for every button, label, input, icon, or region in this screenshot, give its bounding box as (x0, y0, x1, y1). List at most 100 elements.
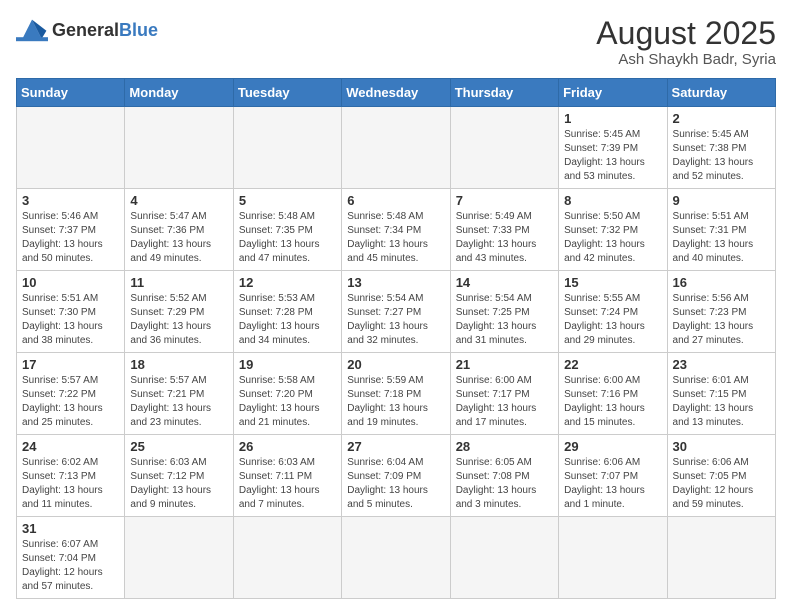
day-number: 2 (673, 111, 770, 126)
day-number: 22 (564, 357, 661, 372)
day-info: Sunrise: 5:55 AM Sunset: 7:24 PM Dayligh… (564, 292, 661, 348)
day-info: Sunrise: 5:46 AM Sunset: 7:37 PM Dayligh… (22, 210, 119, 266)
calendar-day-cell: 22 Sunrise: 6:00 AM Sunset: 7:16 PM Dayli… (559, 353, 667, 435)
day-number: 26 (239, 439, 336, 454)
calendar-day-cell: 18 Sunrise: 5:57 AM Sunset: 7:21 PM Dayli… (125, 353, 233, 435)
weekday-header-monday: Monday (125, 79, 233, 107)
day-number: 12 (239, 275, 336, 290)
day-info: Sunrise: 5:53 AM Sunset: 7:28 PM Dayligh… (239, 292, 336, 348)
calendar-table: SundayMondayTuesdayWednesdayThursdayFrid… (16, 78, 776, 599)
day-number: 14 (456, 275, 553, 290)
day-info: Sunrise: 6:04 AM Sunset: 7:09 PM Dayligh… (347, 456, 444, 512)
day-info: Sunrise: 5:47 AM Sunset: 7:36 PM Dayligh… (130, 210, 227, 266)
calendar-day-cell: 26 Sunrise: 6:03 AM Sunset: 7:11 PM Dayli… (233, 435, 341, 517)
day-info: Sunrise: 5:48 AM Sunset: 7:34 PM Dayligh… (347, 210, 444, 266)
day-info: Sunrise: 6:06 AM Sunset: 7:07 PM Dayligh… (564, 456, 661, 512)
calendar-day-cell: 30Sunrise: 6:06 AM Sunset: 7:05 PM Dayli… (667, 435, 775, 517)
calendar-day-cell: 24Sunrise: 6:02 AM Sunset: 7:13 PM Dayli… (17, 435, 125, 517)
day-number: 23 (673, 357, 770, 372)
day-info: Sunrise: 5:48 AM Sunset: 7:35 PM Dayligh… (239, 210, 336, 266)
calendar-day-cell: 4 Sunrise: 5:47 AM Sunset: 7:36 PM Daylig… (125, 189, 233, 271)
day-info: Sunrise: 5:56 AM Sunset: 7:23 PM Dayligh… (673, 292, 770, 348)
day-info: Sunrise: 5:54 AM Sunset: 7:25 PM Dayligh… (456, 292, 553, 348)
day-number: 5 (239, 193, 336, 208)
page-header: GeneralBlue August 2025 Ash Shaykh Badr,… (16, 16, 776, 68)
day-number: 16 (673, 275, 770, 290)
day-info: Sunrise: 6:03 AM Sunset: 7:11 PM Dayligh… (239, 456, 336, 512)
logo-text: GeneralBlue (52, 20, 158, 41)
title-area: August 2025 Ash Shaykh Badr, Syria (596, 16, 776, 68)
calendar-week-row: 17 Sunrise: 5:57 AM Sunset: 7:22 PM Dayli… (17, 353, 776, 435)
calendar-day-cell: 12 Sunrise: 5:53 AM Sunset: 7:28 PM Dayli… (233, 271, 341, 353)
day-number: 17 (22, 357, 119, 372)
weekday-header-friday: Friday (559, 79, 667, 107)
day-info: Sunrise: 6:00 AM Sunset: 7:17 PM Dayligh… (456, 374, 553, 430)
calendar-day-cell: 21Sunrise: 6:00 AM Sunset: 7:17 PM Dayli… (450, 353, 558, 435)
calendar-day-cell: 7Sunrise: 5:49 AM Sunset: 7:33 PM Daylig… (450, 189, 558, 271)
day-info: Sunrise: 6:00 AM Sunset: 7:16 PM Dayligh… (564, 374, 661, 430)
weekday-header-sunday: Sunday (17, 79, 125, 107)
calendar-week-row: 3 Sunrise: 5:46 AM Sunset: 7:37 PM Daylig… (17, 189, 776, 271)
calendar-day-cell: 31Sunrise: 6:07 AM Sunset: 7:04 PM Dayli… (17, 517, 125, 599)
day-number: 10 (22, 275, 119, 290)
day-info: Sunrise: 5:45 AM Sunset: 7:38 PM Dayligh… (673, 128, 770, 184)
day-info: Sunrise: 5:51 AM Sunset: 7:31 PM Dayligh… (673, 210, 770, 266)
calendar-day-cell: 8 Sunrise: 5:50 AM Sunset: 7:32 PM Daylig… (559, 189, 667, 271)
calendar-day-cell (125, 107, 233, 189)
calendar-day-cell: 27 Sunrise: 6:04 AM Sunset: 7:09 PM Dayli… (342, 435, 450, 517)
day-number: 18 (130, 357, 227, 372)
day-number: 15 (564, 275, 661, 290)
calendar-week-row: 31Sunrise: 6:07 AM Sunset: 7:04 PM Dayli… (17, 517, 776, 599)
day-info: Sunrise: 5:51 AM Sunset: 7:30 PM Dayligh… (22, 292, 119, 348)
day-info: Sunrise: 6:01 AM Sunset: 7:15 PM Dayligh… (673, 374, 770, 430)
day-info: Sunrise: 5:58 AM Sunset: 7:20 PM Dayligh… (239, 374, 336, 430)
location-subtitle: Ash Shaykh Badr, Syria (596, 51, 776, 68)
calendar-day-cell: 14 Sunrise: 5:54 AM Sunset: 7:25 PM Dayli… (450, 271, 558, 353)
calendar-day-cell: 11Sunrise: 5:52 AM Sunset: 7:29 PM Dayli… (125, 271, 233, 353)
calendar-day-cell: 13Sunrise: 5:54 AM Sunset: 7:27 PM Dayli… (342, 271, 450, 353)
calendar-day-cell (342, 517, 450, 599)
calendar-day-cell: 16 Sunrise: 5:56 AM Sunset: 7:23 PM Dayli… (667, 271, 775, 353)
day-info: Sunrise: 5:57 AM Sunset: 7:21 PM Dayligh… (130, 374, 227, 430)
day-number: 31 (22, 521, 119, 536)
day-number: 27 (347, 439, 444, 454)
day-number: 29 (564, 439, 661, 454)
calendar-week-row: 24Sunrise: 6:02 AM Sunset: 7:13 PM Dayli… (17, 435, 776, 517)
day-number: 7 (456, 193, 553, 208)
calendar-day-cell (342, 107, 450, 189)
day-info: Sunrise: 5:52 AM Sunset: 7:29 PM Dayligh… (130, 292, 227, 348)
day-number: 1 (564, 111, 661, 126)
day-info: Sunrise: 5:59 AM Sunset: 7:18 PM Dayligh… (347, 374, 444, 430)
day-number: 9 (673, 193, 770, 208)
day-number: 24 (22, 439, 119, 454)
day-number: 19 (239, 357, 336, 372)
calendar-day-cell (17, 107, 125, 189)
calendar-week-row: 1Sunrise: 5:45 AM Sunset: 7:39 PM Daylig… (17, 107, 776, 189)
calendar-day-cell: 19 Sunrise: 5:58 AM Sunset: 7:20 PM Dayli… (233, 353, 341, 435)
month-year-title: August 2025 (596, 16, 776, 51)
calendar-day-cell: 29 Sunrise: 6:06 AM Sunset: 7:07 PM Dayli… (559, 435, 667, 517)
calendar-day-cell: 15 Sunrise: 5:55 AM Sunset: 7:24 PM Dayli… (559, 271, 667, 353)
day-info: Sunrise: 6:03 AM Sunset: 7:12 PM Dayligh… (130, 456, 227, 512)
weekday-header-wednesday: Wednesday (342, 79, 450, 107)
calendar-day-cell (125, 517, 233, 599)
calendar-day-cell: 17 Sunrise: 5:57 AM Sunset: 7:22 PM Dayli… (17, 353, 125, 435)
day-number: 25 (130, 439, 227, 454)
calendar-day-cell (450, 107, 558, 189)
day-number: 8 (564, 193, 661, 208)
day-info: Sunrise: 5:54 AM Sunset: 7:27 PM Dayligh… (347, 292, 444, 348)
day-number: 3 (22, 193, 119, 208)
calendar-day-cell: 5 Sunrise: 5:48 AM Sunset: 7:35 PM Daylig… (233, 189, 341, 271)
day-info: Sunrise: 5:57 AM Sunset: 7:22 PM Dayligh… (22, 374, 119, 430)
calendar-day-cell: 20Sunrise: 5:59 AM Sunset: 7:18 PM Dayli… (342, 353, 450, 435)
day-number: 4 (130, 193, 227, 208)
day-info: Sunrise: 5:50 AM Sunset: 7:32 PM Dayligh… (564, 210, 661, 266)
calendar-day-cell: 2 Sunrise: 5:45 AM Sunset: 7:38 PM Daylig… (667, 107, 775, 189)
calendar-day-cell: 23 Sunrise: 6:01 AM Sunset: 7:15 PM Dayli… (667, 353, 775, 435)
calendar-day-cell (233, 517, 341, 599)
weekday-header-tuesday: Tuesday (233, 79, 341, 107)
day-number: 6 (347, 193, 444, 208)
calendar-day-cell (667, 517, 775, 599)
weekday-header-thursday: Thursday (450, 79, 558, 107)
day-info: Sunrise: 6:06 AM Sunset: 7:05 PM Dayligh… (673, 456, 770, 512)
